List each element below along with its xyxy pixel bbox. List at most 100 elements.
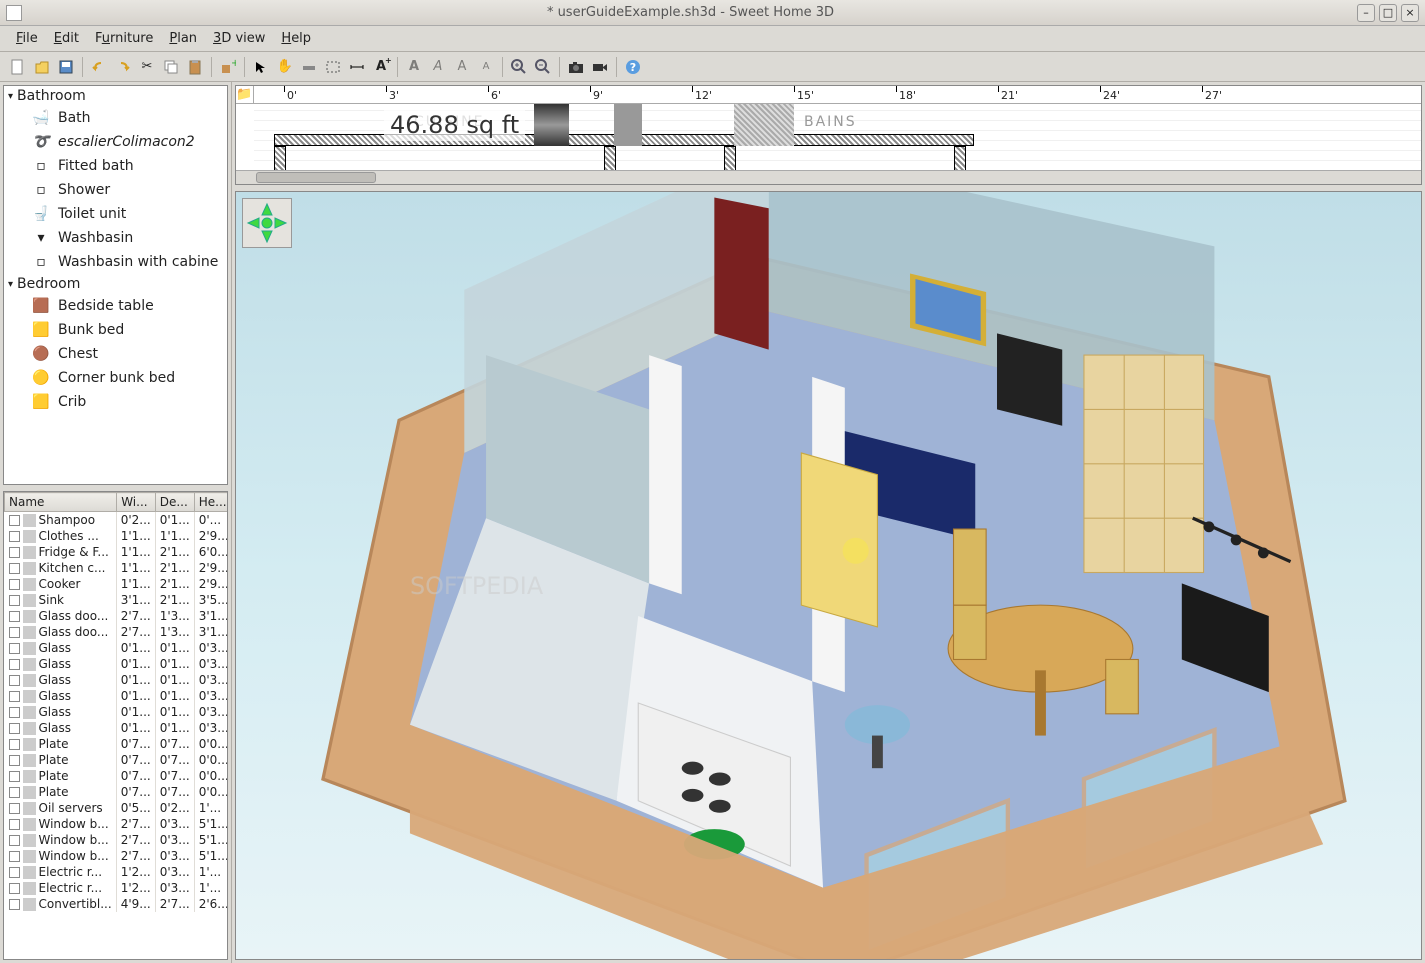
table-row[interactable]: Glass0'1...0'1...0'3...: [5, 656, 229, 672]
cut-button[interactable]: ✂: [136, 56, 158, 78]
catalog-item[interactable]: ▫Washbasin with cabine: [4, 250, 227, 274]
table-row[interactable]: Convertibl...4'9...2'7...2'6...: [5, 896, 229, 912]
table-header[interactable]: De...: [155, 493, 194, 512]
visibility-checkbox[interactable]: [9, 803, 20, 814]
table-row[interactable]: Plate0'7...0'7...0'0...: [5, 736, 229, 752]
wall[interactable]: [954, 146, 966, 170]
menu-file[interactable]: File: [8, 28, 46, 49]
table-row[interactable]: Glass doo...2'7...1'3...3'1...: [5, 624, 229, 640]
wall[interactable]: [604, 146, 616, 170]
table-row[interactable]: Kitchen c...1'1...2'1...2'9...: [5, 560, 229, 576]
table-header[interactable]: Wi...: [117, 493, 156, 512]
close-button[interactable]: ×: [1401, 4, 1419, 22]
catalog-item[interactable]: ➰escalierColimacon2: [4, 130, 227, 154]
plan-horizontal-scrollbar[interactable]: [236, 170, 1421, 184]
photo-button[interactable]: [565, 56, 587, 78]
visibility-checkbox[interactable]: [9, 835, 20, 846]
visibility-checkbox[interactable]: [9, 531, 20, 542]
visibility-checkbox[interactable]: [9, 691, 20, 702]
table-row[interactable]: Glass0'1...0'1...0'3...: [5, 688, 229, 704]
visibility-checkbox[interactable]: [9, 563, 20, 574]
visibility-checkbox[interactable]: [9, 755, 20, 766]
plan-canvas[interactable]: CUISINE BAINS 46.88 sq ft: [254, 104, 1421, 170]
menu-edit[interactable]: Edit: [46, 28, 87, 49]
catalog-item[interactable]: ▫Fitted bath: [4, 154, 227, 178]
table-row[interactable]: Electric r...1'2...0'3...1'...: [5, 880, 229, 896]
text-size-down-button[interactable]: A: [475, 56, 497, 78]
pan-tool[interactable]: ✋: [274, 56, 296, 78]
visibility-checkbox[interactable]: [9, 611, 20, 622]
visibility-checkbox[interactable]: [9, 851, 20, 862]
catalog-group[interactable]: Bedroom: [4, 274, 227, 294]
create-rooms-tool[interactable]: [322, 56, 344, 78]
table-row[interactable]: Window b...2'7...0'3...5'1...: [5, 848, 229, 864]
create-dimensions-tool[interactable]: [346, 56, 368, 78]
visibility-checkbox[interactable]: [9, 899, 20, 910]
visibility-checkbox[interactable]: [9, 675, 20, 686]
table-row[interactable]: Glass0'1...0'1...0'3...: [5, 720, 229, 736]
minimize-button[interactable]: –: [1357, 4, 1375, 22]
table-row[interactable]: Electric r...1'2...0'3...1'...: [5, 864, 229, 880]
table-row[interactable]: Plate0'7...0'7...0'0...: [5, 784, 229, 800]
redo-button[interactable]: [112, 56, 134, 78]
table-row[interactable]: Glass0'1...0'1...0'3...: [5, 640, 229, 656]
table-row[interactable]: Plate0'7...0'7...0'0...: [5, 752, 229, 768]
visibility-checkbox[interactable]: [9, 707, 20, 718]
undo-button[interactable]: [88, 56, 110, 78]
visibility-checkbox[interactable]: [9, 739, 20, 750]
paste-button[interactable]: [184, 56, 206, 78]
catalog-item[interactable]: 🟡Corner bunk bed: [4, 366, 227, 390]
catalog-item[interactable]: 🟨Crib: [4, 390, 227, 414]
table-row[interactable]: Glass doo...2'7...1'3...3'1...: [5, 608, 229, 624]
table-row[interactable]: Window b...2'7...0'3...5'1...: [5, 832, 229, 848]
add-furniture-button[interactable]: +: [217, 56, 239, 78]
table-row[interactable]: Cooker1'1...2'1...2'9...: [5, 576, 229, 592]
video-button[interactable]: [589, 56, 611, 78]
menu-help[interactable]: Help: [273, 28, 319, 49]
open-button[interactable]: [31, 56, 53, 78]
zoom-in-button[interactable]: [508, 56, 530, 78]
table-row[interactable]: Glass0'1...0'1...0'3...: [5, 672, 229, 688]
visibility-checkbox[interactable]: [9, 819, 20, 830]
text-size-up-button[interactable]: A: [451, 56, 473, 78]
table-row[interactable]: Clothes ...1'1...1'1...2'9...: [5, 528, 229, 544]
visibility-checkbox[interactable]: [9, 787, 20, 798]
zoom-out-button[interactable]: [532, 56, 554, 78]
visibility-checkbox[interactable]: [9, 883, 20, 894]
visibility-checkbox[interactable]: [9, 515, 20, 526]
furniture-list-table[interactable]: NameWi...De...He...Shampoo0'2...0'1...0'…: [3, 491, 228, 960]
visibility-checkbox[interactable]: [9, 659, 20, 670]
catalog-item[interactable]: 🚽Toilet unit: [4, 202, 227, 226]
catalog-group[interactable]: Bathroom: [4, 86, 227, 106]
menu-plan[interactable]: Plan: [161, 28, 205, 49]
furniture-plan-item[interactable]: [614, 104, 642, 146]
catalog-item[interactable]: ▾Washbasin: [4, 226, 227, 250]
new-button[interactable]: [7, 56, 29, 78]
table-row[interactable]: Window b...2'7...0'3...5'1...: [5, 816, 229, 832]
catalog-item[interactable]: 🟤Chest: [4, 342, 227, 366]
scrollbar-thumb[interactable]: [256, 172, 376, 183]
visibility-checkbox[interactable]: [9, 867, 20, 878]
help-button[interactable]: ?: [622, 56, 644, 78]
visibility-checkbox[interactable]: [9, 579, 20, 590]
create-text-tool[interactable]: A+: [370, 56, 392, 78]
wall[interactable]: [724, 146, 736, 170]
catalog-item[interactable]: ▫Shower: [4, 178, 227, 202]
plan-origin-button[interactable]: 📁: [236, 86, 254, 104]
menu-3dview[interactable]: 3D view: [205, 28, 273, 49]
wall[interactable]: [274, 146, 286, 170]
select-tool[interactable]: [250, 56, 272, 78]
catalog-item[interactable]: 🟨Bunk bed: [4, 318, 227, 342]
table-header[interactable]: He...: [194, 493, 228, 512]
visibility-checkbox[interactable]: [9, 643, 20, 654]
table-row[interactable]: Fridge & F...1'1...2'1...6'0...: [5, 544, 229, 560]
table-header[interactable]: Name: [5, 493, 117, 512]
furniture-plan-item[interactable]: [734, 104, 794, 146]
table-row[interactable]: Sink3'1...2'1...3'5...: [5, 592, 229, 608]
visibility-checkbox[interactable]: [9, 547, 20, 558]
view-3d-panel[interactable]: SOFTPEDIA: [235, 191, 1422, 960]
text-italic-button[interactable]: A: [427, 56, 449, 78]
visibility-checkbox[interactable]: [9, 595, 20, 606]
table-row[interactable]: Plate0'7...0'7...0'0...: [5, 768, 229, 784]
furniture-catalog[interactable]: Bathroom🛁Bath➰escalierColimacon2▫Fitted …: [3, 85, 228, 485]
